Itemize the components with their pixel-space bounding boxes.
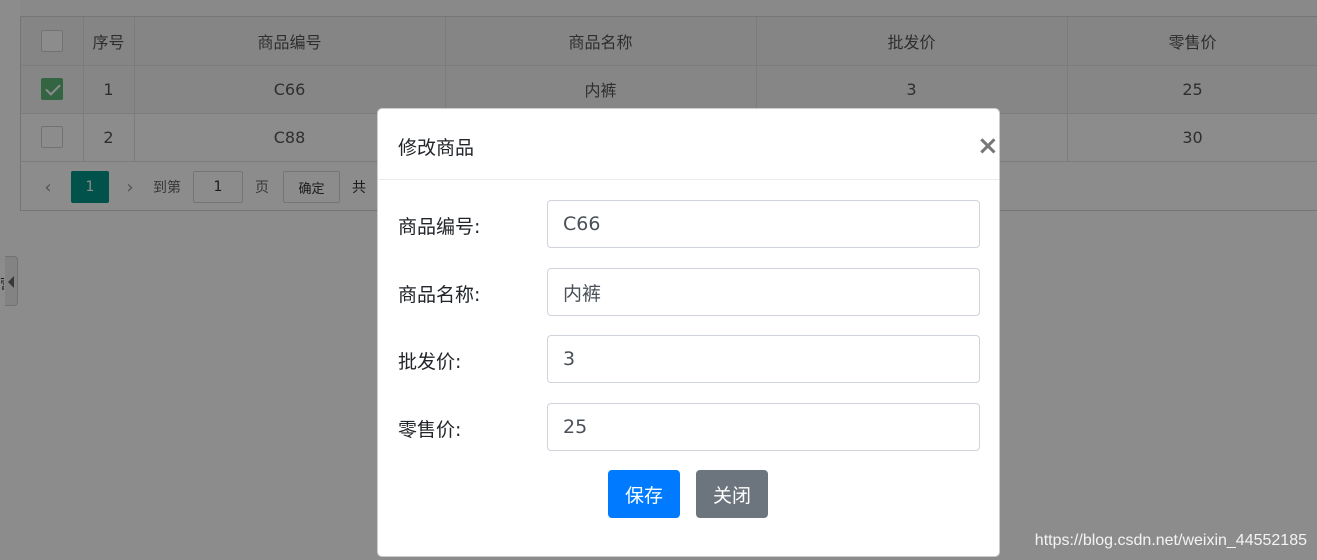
wholesale-label: 批发价:	[398, 351, 462, 373]
retail-input[interactable]	[547, 403, 980, 451]
watermark-text: https://blog.csdn.net/weixin_44552185	[1034, 532, 1307, 549]
edit-product-modal: 修改商品 × 商品编号: 商品名称: 批发价: 零售价: 保存 关闭	[377, 108, 1000, 557]
form-row-wholesale: 批发价:	[398, 335, 980, 383]
page: 序号 商品编号 商品名称 批发价 零售价 1 C66 内裤 3 25 2 C88…	[0, 0, 1317, 560]
close-icon[interactable]: ×	[977, 133, 999, 159]
form-row-code: 商品编号:	[398, 200, 980, 248]
code-label: 商品编号:	[398, 216, 481, 238]
modal-title: 修改商品	[398, 137, 475, 159]
retail-label: 零售价:	[398, 419, 462, 441]
form-row-name: 商品名称:	[398, 268, 980, 316]
wholesale-input[interactable]	[547, 335, 980, 383]
save-button[interactable]: 保存	[608, 470, 680, 518]
form-row-retail: 零售价:	[398, 403, 980, 451]
close-button[interactable]: 关闭	[696, 470, 768, 518]
code-input[interactable]	[547, 200, 980, 248]
modal-header: 修改商品 ×	[378, 109, 999, 180]
name-input[interactable]	[547, 268, 980, 316]
name-label: 商品名称:	[398, 284, 481, 306]
